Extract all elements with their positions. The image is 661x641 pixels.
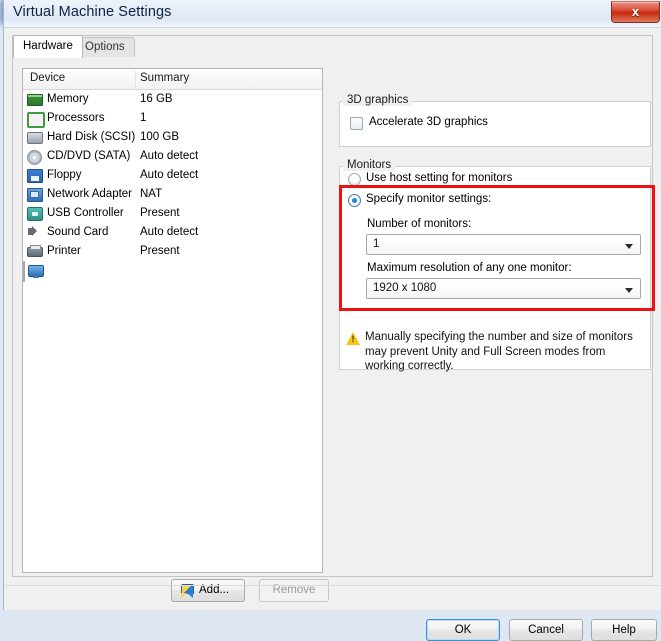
device-summary: 16 GB — [140, 93, 173, 105]
device-name: Hard Disk (SCSI) — [47, 131, 136, 143]
column-header-summary: Summary — [140, 72, 190, 84]
table-row[interactable]: CD/DVD (SATA) Auto detect — [23, 147, 322, 166]
device-name: CD/DVD (SATA) — [47, 150, 131, 162]
max-resolution-select[interactable]: 1920 x 1080 — [366, 278, 641, 299]
chevron-down-icon — [625, 244, 633, 249]
device-summary: NAT — [140, 188, 163, 200]
table-row[interactable]: Printer Present — [23, 242, 322, 261]
help-button[interactable]: Help — [591, 619, 657, 641]
graphics-group-legend: 3D graphics — [343, 94, 413, 106]
tab-hardware[interactable]: Hardware — [13, 35, 83, 58]
screen: Virtual Machine Settings x Hardware Opti… — [0, 0, 661, 641]
accelerate-3d-label: Accelerate 3D graphics — [369, 116, 488, 128]
table-row[interactable]: Memory 16 GB — [23, 90, 322, 109]
sound-card-icon — [28, 226, 37, 236]
chevron-down-icon — [625, 288, 633, 293]
memory-icon — [27, 94, 43, 106]
network-adapter-icon — [27, 188, 43, 202]
column-separator — [135, 71, 136, 88]
number-of-monitors-select[interactable]: 1 — [366, 234, 641, 255]
number-of-monitors-value: 1 — [373, 238, 380, 250]
table-row[interactable]: Floppy Auto detect — [23, 166, 322, 185]
device-list[interactable]: Device Summary Memory 16 GB Processors 1… — [22, 68, 323, 573]
device-summary: Auto detect — [140, 169, 199, 181]
device-summary: Auto detect — [140, 150, 199, 162]
warning-icon — [346, 332, 360, 345]
window-title: Virtual Machine Settings — [13, 4, 172, 20]
specify-monitor-settings-radio[interactable] — [348, 194, 361, 207]
number-of-monitors-label: Number of monitors: — [367, 218, 472, 230]
close-button[interactable]: x — [611, 1, 660, 23]
table-row[interactable]: Network Adapter NAT — [23, 185, 322, 204]
device-name: Floppy — [47, 169, 82, 181]
device-summary: Present — [140, 207, 180, 219]
table-row[interactable]: Hard Disk (SCSI) 100 GB — [23, 128, 322, 147]
close-icon: x — [631, 4, 640, 19]
add-button[interactable]: Add... — [171, 579, 245, 602]
device-summary: 1 — [140, 112, 147, 124]
column-header-device: Device — [30, 72, 66, 84]
device-list-header: Device Summary — [23, 69, 322, 90]
window-body: Hardware Options Device Summary Memory 1… — [5, 28, 661, 641]
accelerate-3d-checkbox[interactable] — [350, 117, 363, 130]
floppy-icon — [27, 169, 43, 183]
footer-divider — [5, 585, 661, 586]
device-name: Display — [48, 265, 86, 277]
cancel-button[interactable]: Cancel — [509, 619, 583, 641]
printer-icon — [27, 245, 43, 257]
table-row[interactable]: USB Controller Present — [23, 204, 322, 223]
shield-icon — [181, 584, 194, 598]
remove-button[interactable]: Remove — [259, 579, 329, 602]
use-host-setting-radio[interactable] — [348, 173, 361, 186]
ok-button[interactable]: OK — [426, 619, 500, 641]
device-summary: 1 monitor — [141, 265, 189, 277]
device-summary: Auto detect — [140, 226, 199, 238]
max-resolution-label: Maximum resolution of any one monitor: — [367, 262, 572, 274]
use-host-setting-label: Use host setting for monitors — [366, 172, 513, 184]
cd-dvd-icon — [27, 150, 42, 165]
title-bar: Virtual Machine Settings x — [4, 0, 661, 28]
device-name: Printer — [47, 245, 81, 257]
device-name: Processors — [47, 112, 105, 124]
device-name: Memory — [47, 93, 89, 105]
display-icon — [28, 265, 44, 278]
specify-monitor-settings-label: Specify monitor settings: — [366, 193, 492, 205]
monitors-group-legend: Monitors — [343, 159, 396, 171]
table-row-selected[interactable]: Display 1 monitor — [23, 261, 189, 282]
device-name: USB Controller — [47, 207, 124, 219]
tab-options[interactable]: Options — [75, 37, 135, 57]
add-button-label: Add... — [199, 584, 230, 596]
monitors-warning-text: Manually specifying the number and size … — [365, 331, 633, 372]
max-resolution-value: 1920 x 1080 — [373, 282, 437, 294]
table-row[interactable]: Processors 1 — [23, 109, 322, 128]
virtual-machine-settings-window: Virtual Machine Settings x Hardware Opti… — [3, 0, 661, 641]
usb-controller-icon — [27, 207, 43, 221]
device-name: Network Adapter — [47, 188, 133, 200]
device-name: Sound Card — [47, 226, 109, 238]
device-summary: Present — [140, 245, 180, 257]
processor-icon — [27, 112, 45, 128]
device-summary: 100 GB — [140, 131, 179, 143]
table-row[interactable]: Sound Card Auto detect — [23, 223, 322, 242]
hard-disk-icon — [27, 132, 43, 144]
